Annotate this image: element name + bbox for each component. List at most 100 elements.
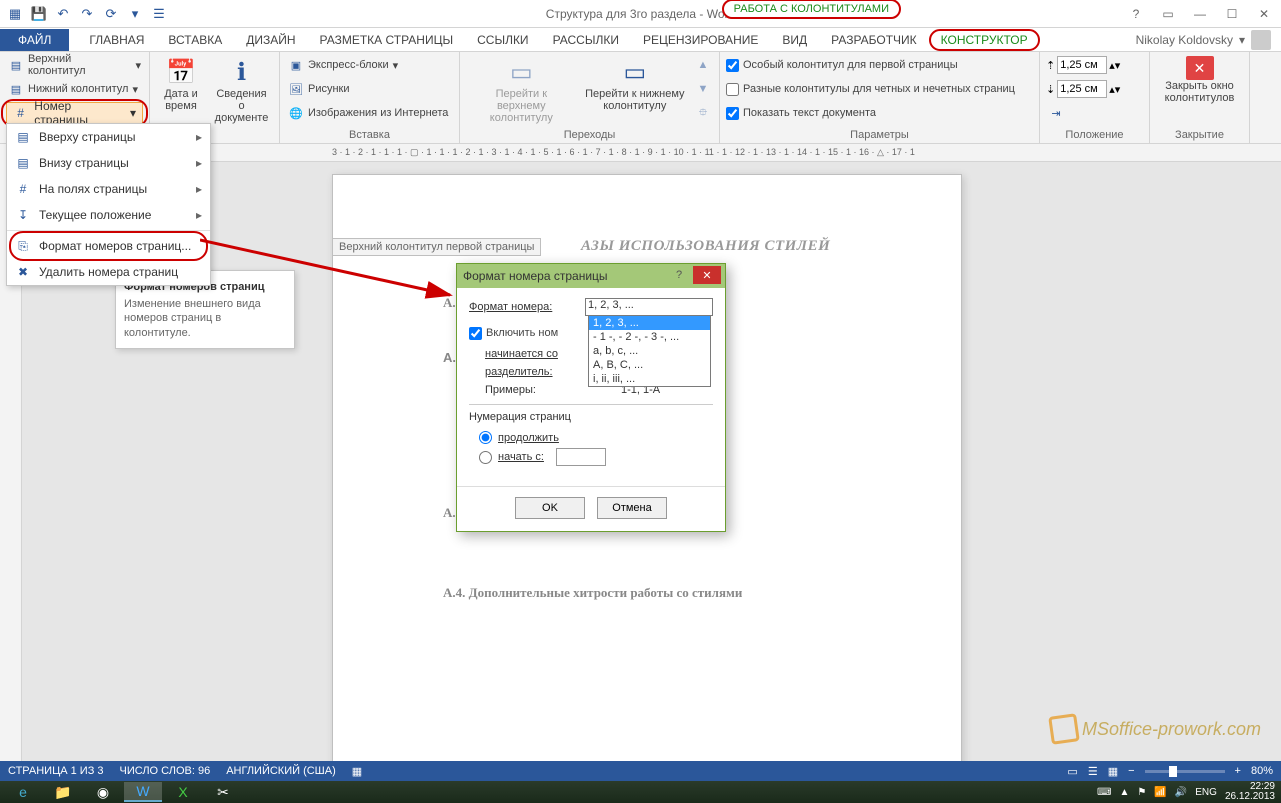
avatar[interactable] [1251,30,1271,50]
goto-footer-button[interactable]: ▭Перейти к нижнему колонтитулу [581,54,689,127]
insert-tab-button[interactable]: ⇥ [1046,102,1143,124]
format-opt-3[interactable]: A, B, C, ... [589,358,710,372]
dd-bottom-of-page[interactable]: ▤Внизу страницы [7,150,210,176]
help-icon[interactable]: ? [1123,4,1149,24]
customize-icon[interactable]: ▾ [124,3,146,25]
tab-constructor[interactable]: КОНСТРУКТОР [929,29,1040,51]
continue-radio[interactable]: продолжить [469,429,713,446]
word-icon[interactable]: ▦ [4,3,26,25]
goto-header-button: ▭Перейти к верхнему колонтитулу [466,54,577,127]
different-first-checkbox[interactable]: Особый колонтитул для первой страницы [726,54,1033,76]
examples-label: Примеры: [485,384,595,396]
tab-view[interactable]: ВИД [770,29,819,51]
header-icon: ▤ [8,57,24,73]
tb-excel-icon[interactable]: X [164,782,202,802]
tb-volume-icon[interactable]: 🔊 [1175,787,1187,798]
dd-remove-page-numbers[interactable]: ✖Удалить номера страниц [7,259,210,285]
format-select[interactable]: 1, 2, 3, ... [585,298,713,316]
tb-flag-icon[interactable]: ⚑ [1137,787,1146,798]
tab-developer[interactable]: РАЗРАБОТЧИК [819,29,929,51]
header-button[interactable]: ▤Верхний колонтитул ▾ [6,54,143,76]
pictures-online-button[interactable]: 🌐Изображения из Интернета [286,102,453,124]
format-opt-0[interactable]: 1, 2, 3, ... [589,316,710,330]
format-opt-2[interactable]: a, b, c, ... [589,344,710,358]
link-prev-button: ⯐ [693,102,713,124]
dialog-title: Формат номера страницы [463,269,608,283]
cancel-button[interactable]: Отмена [597,497,667,519]
dd-page-margins[interactable]: #На полях страницы [7,176,210,202]
page-number-button[interactable]: #Номер страницы ▾ [6,102,143,124]
tab-review[interactable]: РЕЦЕНЗИРОВАНИЕ [631,29,770,51]
undo-icon[interactable]: ↶ [52,3,74,25]
sb-words[interactable]: ЧИСЛО СЛОВ: 96 [120,765,211,777]
header-top-spinner[interactable]: ⇡▴▾ [1046,54,1143,76]
tb-tray: ⌨ ▲ ⚑ 📶 🔊 ENG 22:29 26.12.2013 [1097,782,1275,802]
dd-format-page-numbers[interactable]: ⎘Формат номеров страниц... [7,233,210,259]
sb-page[interactable]: СТРАНИЦА 1 ИЗ 3 [8,765,104,777]
tab-layout[interactable]: РАЗМЕТКА СТРАНИЦЫ [308,29,466,51]
view-web-icon[interactable]: ▦ [1108,765,1118,778]
close-icon[interactable]: ✕ [1251,4,1277,24]
zoom-slider[interactable] [1145,770,1225,773]
zoom-value[interactable]: 80% [1251,765,1273,777]
zoom-out-icon[interactable]: − [1128,765,1134,777]
dd-top-of-page[interactable]: ▤Вверху страницы [7,124,210,150]
tb-lang[interactable]: ENG [1195,787,1217,798]
tb-clock[interactable]: 22:29 26.12.2013 [1225,782,1275,802]
user-dropdown-icon[interactable]: ▾ [1239,33,1245,47]
format-opt-4[interactable]: i, ii, iii, ... [589,372,710,386]
quick-parts-button[interactable]: ▣Экспресс-блоки ▾ [286,54,453,76]
close-hf-button[interactable]: ✕ Закрыть окно колонтитулов [1156,54,1243,106]
tab-file[interactable]: ФАЙЛ [0,29,69,51]
dialog-titlebar[interactable]: Формат номера страницы ? ✕ [457,264,725,288]
zoom-in-icon[interactable]: + [1235,765,1241,777]
close-hf-icon: ✕ [1186,56,1214,80]
ribbon-toggle-icon[interactable]: ▭ [1155,4,1181,24]
show-document-checkbox[interactable]: Показать текст документа [726,102,1033,124]
dialog-help-icon[interactable]: ? [669,266,689,284]
footer-bottom-spinner[interactable]: ⇣▴▾ [1046,78,1143,100]
save-icon[interactable]: 💾 [28,3,50,25]
footer-button[interactable]: ▤Нижний колонтитул ▾ [6,78,143,100]
tb-network-icon[interactable]: 📶 [1154,787,1166,798]
redo-icon[interactable]: ↷ [76,3,98,25]
numbering-group-title: Нумерация страниц [469,411,713,423]
current-icon: ↧ [15,207,31,223]
tb-snip-icon[interactable]: ✂ [204,782,242,802]
start-at-input[interactable] [556,448,606,466]
repeat-icon[interactable]: ⟳ [100,3,122,25]
tb-explorer-icon[interactable]: 📁 [44,782,82,802]
group-position: ⇡▴▾ ⇣▴▾ ⇥ Положение [1040,52,1150,143]
quickparts-icon: ▣ [288,57,304,73]
user-area[interactable]: Nikolay Koldovsky ▾ [1136,30,1271,50]
tb-chrome-icon[interactable]: ◉ [84,782,122,802]
dialog-page-number-format: Формат номера страницы ? ✕ Формат номера… [456,263,726,532]
maximize-icon[interactable]: ☐ [1219,4,1245,24]
tb-ie-icon[interactable]: e [4,782,42,802]
dd-current-position[interactable]: ↧Текущее положение [7,202,210,228]
minimize-icon[interactable]: — [1187,4,1213,24]
tab-insert[interactable]: ВСТАВКА [156,29,234,51]
start-at-radio[interactable]: начать с: [469,446,713,468]
tab-design[interactable]: ДИЗАЙН [234,29,307,51]
different-odd-even-checkbox[interactable]: Разные колонтитулы для четных и нечетных… [726,78,1033,100]
format-opt-1[interactable]: - 1 -, - 2 -, - 3 -, ... [589,330,710,344]
view-print-icon[interactable]: ▭ [1067,765,1077,778]
sb-macros-icon[interactable]: ▦ [352,765,362,778]
ok-button[interactable]: OK [515,497,585,519]
view-read-icon[interactable]: ☰ [1088,765,1098,778]
tb-keyboard-icon[interactable]: ⌨ [1097,787,1111,798]
header-top-icon: ⇡ [1046,59,1055,72]
tab-references[interactable]: ССЫЛКИ [465,29,540,51]
page-number-icon: # [13,105,28,121]
sb-language[interactable]: АНГЛИЙСКИЙ (США) [226,765,336,777]
tab-home[interactable]: ГЛАВНАЯ [77,29,156,51]
pictures-button[interactable]: 🖼Рисунки [286,78,453,100]
watermark: MSoffice-prowork.com [1050,715,1261,743]
tab-mailings[interactable]: РАССЫЛКИ [541,29,631,51]
doc-info-button[interactable]: ℹСведения о документе [210,54,273,141]
touch-icon[interactable]: ☰ [148,3,170,25]
tb-word-icon[interactable]: W [124,782,162,802]
dialog-close-icon[interactable]: ✕ [693,266,721,284]
tb-tray-up-icon[interactable]: ▲ [1119,787,1129,798]
